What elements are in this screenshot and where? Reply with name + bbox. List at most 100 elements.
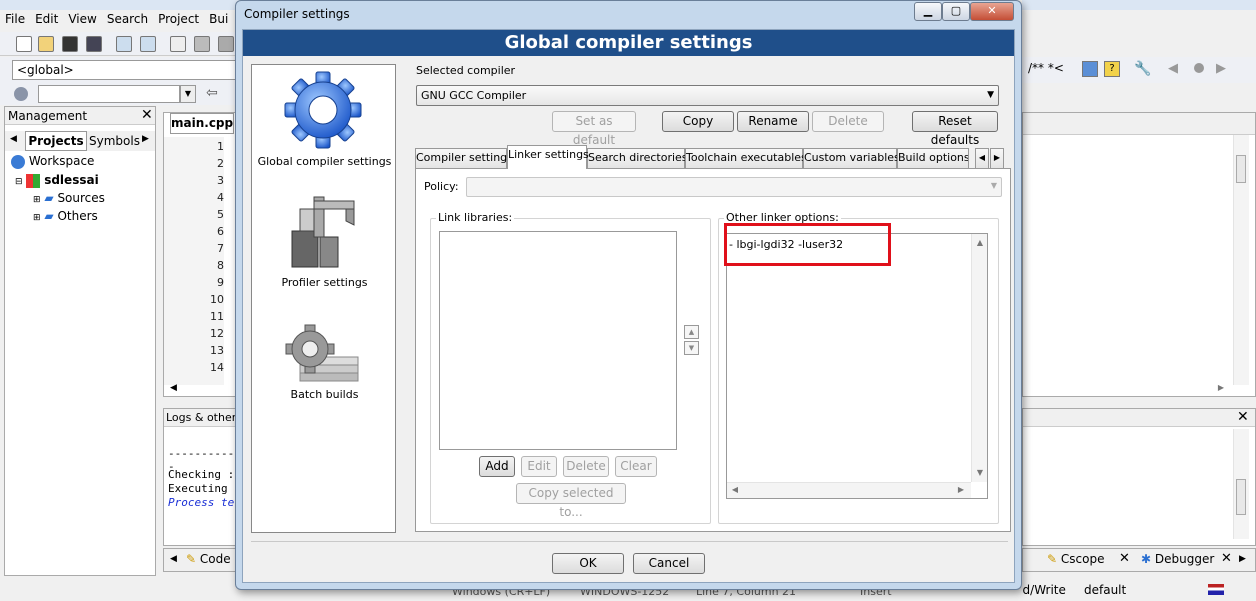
close-icon[interactable]: ✕ bbox=[141, 107, 153, 123]
link-libraries-list[interactable] bbox=[439, 231, 677, 450]
close-icon[interactable]: ✕ bbox=[1119, 551, 1130, 566]
menu-search[interactable]: Search bbox=[102, 10, 153, 28]
scroll-thumb[interactable] bbox=[1236, 155, 1246, 183]
open-icon[interactable] bbox=[38, 36, 54, 52]
menu-file[interactable]: File bbox=[0, 10, 30, 28]
tab-right-arrow-icon[interactable]: ▶ bbox=[142, 134, 149, 144]
other-linker-options-textarea[interactable]: - lbgi-lgdi32 -luser32 ▲ ▼ ◀ ▶ bbox=[726, 233, 988, 499]
cscope-tab[interactable]: ✎ Cscope bbox=[1047, 552, 1104, 566]
reset-defaults-button[interactable]: Reset defaults bbox=[912, 111, 998, 147]
tab-symbols[interactable]: Symbols bbox=[89, 133, 140, 151]
expand-icon[interactable]: ⊞ bbox=[33, 195, 41, 205]
undo-icon[interactable] bbox=[116, 36, 132, 52]
code-tab[interactable]: ✎ Code bbox=[186, 552, 231, 566]
close-button[interactable]: ✕ bbox=[970, 2, 1014, 21]
tab-right-arrow-icon[interactable]: ▶ bbox=[1239, 554, 1246, 564]
tree-others[interactable]: ⊞ ▰ Others bbox=[33, 209, 98, 223]
category-profiler[interactable]: Profiler settings bbox=[252, 187, 395, 297]
textarea-hscroll[interactable]: ◀ ▶ bbox=[727, 482, 971, 498]
delete-button[interactable]: Delete bbox=[812, 111, 884, 132]
tab-search-directories[interactable]: Search directories bbox=[587, 148, 688, 168]
wrench-icon[interactable]: 🔧 bbox=[1134, 61, 1151, 77]
tab-linker-settings[interactable]: Linker settings bbox=[507, 145, 589, 169]
tab-scroll-right-icon[interactable]: ▶ bbox=[990, 148, 1004, 168]
question-icon[interactable]: ? bbox=[1104, 61, 1120, 77]
debugger-tab[interactable]: ✱ Debugger bbox=[1141, 552, 1214, 566]
dialog-separator bbox=[251, 541, 1008, 542]
category-label: Global compiler settings bbox=[257, 155, 392, 168]
selected-compiler-select[interactable]: GNU GCC Compiler ▼ bbox=[416, 85, 999, 106]
tree-project[interactable]: ⊟ sdlessai bbox=[15, 173, 99, 188]
tab-scroll-left-icon[interactable]: ◀ bbox=[975, 148, 989, 168]
copy-icon[interactable] bbox=[194, 36, 210, 52]
scroll-thumb[interactable] bbox=[1236, 479, 1246, 515]
menu-edit[interactable]: Edit bbox=[30, 10, 63, 28]
copy-button[interactable]: Copy bbox=[662, 111, 734, 132]
doxygen-comment-label[interactable]: /** *< bbox=[1028, 61, 1064, 75]
menu-build[interactable]: Bui bbox=[204, 10, 233, 28]
logs-vscroll[interactable] bbox=[1233, 429, 1249, 539]
editor-scroll-left-icon[interactable]: ◀ bbox=[170, 383, 177, 393]
set-as-default-button[interactable]: Set as default bbox=[552, 111, 636, 147]
tab-projects[interactable]: Projects bbox=[25, 131, 87, 151]
new-file-icon[interactable] bbox=[16, 36, 32, 52]
editor-tabbar-right bbox=[1023, 113, 1255, 135]
flag-icon bbox=[1208, 584, 1224, 595]
scope-combo[interactable]: <global> bbox=[12, 60, 238, 80]
editor-tab[interactable]: main.cpp bbox=[170, 113, 234, 134]
scroll-down-icon[interactable]: ▼ bbox=[972, 468, 988, 477]
scroll-right-icon[interactable]: ▶ bbox=[953, 485, 969, 494]
menu-project[interactable]: Project bbox=[153, 10, 204, 28]
expand-icon[interactable]: ⊞ bbox=[33, 213, 41, 223]
move-up-button[interactable]: ▲ bbox=[684, 325, 699, 339]
move-down-button[interactable]: ▼ bbox=[684, 341, 699, 355]
dot-icon[interactable] bbox=[1194, 63, 1204, 73]
category-batch-builds[interactable]: Batch builds bbox=[252, 321, 395, 421]
back-arrow-icon[interactable]: ⇦ bbox=[206, 85, 218, 101]
search-dropdown-icon[interactable]: ▼ bbox=[180, 85, 196, 103]
save-icon[interactable] bbox=[62, 36, 78, 52]
scroll-left-icon[interactable]: ◀ bbox=[727, 485, 743, 494]
line-number: 10 bbox=[210, 293, 224, 306]
tab-compiler-settings[interactable]: Compiler settings bbox=[415, 148, 513, 168]
tab-build-options[interactable]: Build options bbox=[897, 148, 969, 168]
tab-toolchain-executables[interactable]: Toolchain executables bbox=[685, 148, 807, 168]
ok-button[interactable]: OK bbox=[552, 553, 624, 574]
rename-button[interactable]: Rename bbox=[737, 111, 809, 132]
policy-select[interactable]: ▼ bbox=[466, 177, 1002, 197]
edit-library-button[interactable]: Edit bbox=[521, 456, 557, 477]
category-label: Batch builds bbox=[290, 388, 359, 401]
line-number: 12 bbox=[210, 327, 224, 340]
next-icon[interactable]: ▶ bbox=[1216, 61, 1226, 76]
textarea-vscroll[interactable]: ▲ ▼ bbox=[971, 234, 987, 482]
maximize-button[interactable]: ▢ bbox=[942, 2, 970, 21]
close-icon[interactable]: ✕ bbox=[1237, 409, 1249, 425]
scroll-right-icon[interactable]: ▶ bbox=[1213, 383, 1229, 392]
minimize-button[interactable]: ▁ bbox=[914, 2, 942, 21]
prev-icon[interactable]: ◀ bbox=[1168, 61, 1178, 76]
close-icon[interactable]: ✕ bbox=[1221, 551, 1232, 566]
help-icon[interactable] bbox=[1082, 61, 1098, 77]
tab-left-arrow-icon[interactable]: ◀ bbox=[10, 134, 17, 144]
save-all-icon[interactable] bbox=[86, 36, 102, 52]
logs-tab-left-icon[interactable]: ◀ bbox=[170, 554, 177, 564]
expand-icon[interactable]: ⊟ bbox=[15, 177, 23, 187]
clear-libraries-button[interactable]: Clear bbox=[615, 456, 657, 477]
menu-view[interactable]: View bbox=[63, 10, 101, 28]
tree-workspace[interactable]: Workspace bbox=[11, 154, 94, 169]
cut-icon[interactable] bbox=[170, 36, 186, 52]
copy-selected-button[interactable]: Copy selected to... bbox=[516, 483, 626, 519]
add-library-button[interactable]: Add bbox=[479, 456, 515, 477]
paste-icon[interactable] bbox=[218, 36, 234, 52]
redo-icon[interactable] bbox=[140, 36, 156, 52]
cancel-button[interactable]: Cancel bbox=[633, 553, 705, 574]
scroll-up-icon[interactable]: ▲ bbox=[972, 238, 988, 247]
delete-library-button[interactable]: Delete bbox=[563, 456, 609, 477]
search-combo[interactable] bbox=[38, 85, 180, 103]
tree-sources[interactable]: ⊞ ▰ Sources bbox=[33, 191, 105, 205]
editor-vscroll[interactable] bbox=[1233, 135, 1249, 385]
line-number: 4 bbox=[217, 191, 224, 204]
category-global-compiler[interactable]: Global compiler settings bbox=[252, 67, 395, 177]
tab-custom-variables[interactable]: Custom variables bbox=[803, 148, 900, 168]
clear-search-icon[interactable] bbox=[14, 87, 28, 101]
